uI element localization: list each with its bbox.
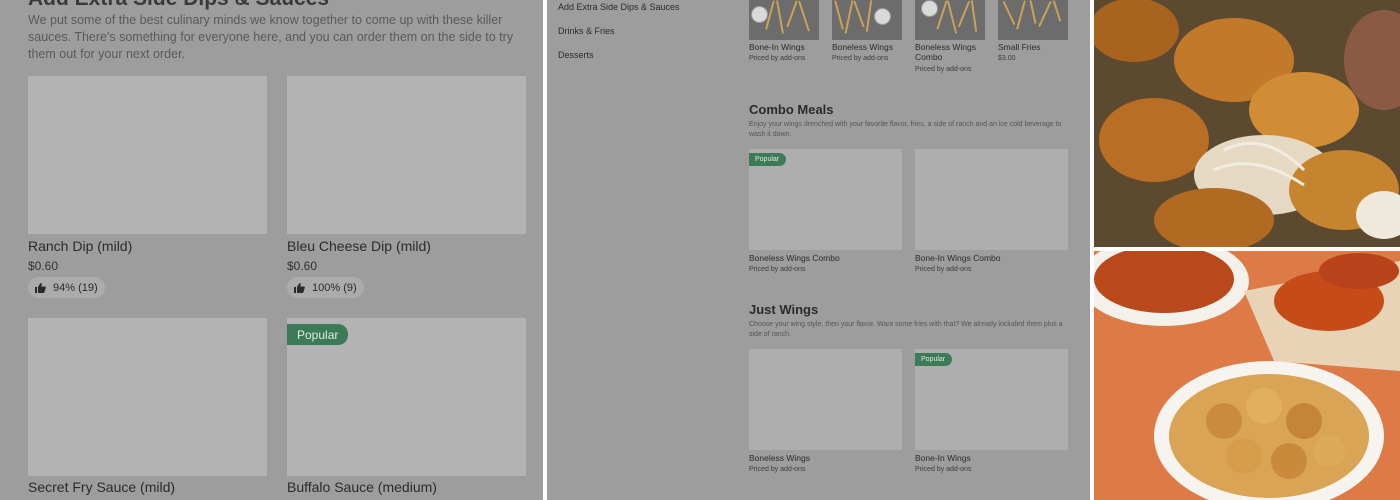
bone-in-wings-thumbnail[interactable] bbox=[749, 0, 819, 40]
thumbs-up-icon bbox=[294, 282, 305, 293]
boneless-wings-combo-thumbnail[interactable] bbox=[915, 0, 985, 40]
section-title: Add Extra Side Dips & Sauces bbox=[28, 0, 329, 11]
item-name[interactable]: Ranch Dip (mild) bbox=[28, 238, 132, 254]
popular-badge: Popular bbox=[287, 324, 349, 345]
item-price: Priced by add-ons bbox=[749, 55, 806, 62]
section-title-combo-meals: Combo Meals bbox=[749, 102, 834, 117]
menu-panel: Add Extra Side Dips & Sauces Drinks & Fr… bbox=[547, 0, 1090, 500]
item-price: Priced by add-ons bbox=[915, 66, 972, 73]
boneless-wings-image[interactable] bbox=[749, 349, 902, 450]
item-name[interactable]: Bone-In Wings Combo bbox=[915, 253, 1065, 263]
item-name[interactable]: Bone-In Wings bbox=[915, 453, 1065, 463]
item-price: $3.00 bbox=[998, 55, 1016, 62]
section-description: Choose your wing style, then your flavor… bbox=[749, 321, 1063, 338]
rating-text: 100% (9) bbox=[312, 281, 357, 294]
small-fries-thumbnail[interactable] bbox=[998, 0, 1068, 40]
bone-in-wings-combo-image[interactable] bbox=[915, 149, 1068, 250]
rating-badge: 100% (9) bbox=[287, 277, 364, 298]
wings-and-boneless-bites-photo bbox=[1094, 251, 1400, 500]
nav-item-dips[interactable]: Add Extra Side Dips & Sauces bbox=[558, 2, 680, 12]
section-description: We put some of the best culinary minds w… bbox=[28, 13, 514, 61]
item-price: Priced by add-ons bbox=[749, 266, 806, 273]
item-name[interactable]: Bone-In Wings bbox=[749, 42, 827, 52]
item-price: Priced by add-ons bbox=[832, 55, 889, 62]
rating-text: 94% (19) bbox=[53, 281, 98, 294]
boneless-wings-thumbnail[interactable] bbox=[832, 0, 902, 40]
nav-item-drinks-fries[interactable]: Drinks & Fries bbox=[558, 26, 615, 36]
item-name[interactable]: Boneless Wings Combo bbox=[915, 42, 991, 62]
item-name[interactable]: Bleu Cheese Dip (mild) bbox=[287, 238, 431, 254]
item-name[interactable]: Boneless Wings Combo bbox=[749, 253, 899, 263]
item-name[interactable]: Buffalo Sauce (medium) bbox=[287, 479, 437, 495]
dips-sauces-panel: Add Extra Side Dips & Sauces We put some… bbox=[0, 0, 543, 500]
item-name[interactable]: Secret Fry Sauce (mild) bbox=[28, 479, 175, 495]
food-photos-panel bbox=[1094, 0, 1400, 500]
thumbs-up-icon bbox=[35, 282, 46, 293]
secret-fry-sauce-image[interactable] bbox=[28, 318, 267, 476]
item-price: Priced by add-ons bbox=[915, 466, 972, 473]
item-price: Priced by add-ons bbox=[915, 266, 972, 273]
item-name[interactable]: Boneless Wings bbox=[832, 42, 910, 52]
item-name[interactable]: Small Fries bbox=[998, 42, 1076, 52]
section-title-just-wings: Just Wings bbox=[749, 302, 819, 317]
saucy-chicken-wings-photo bbox=[1094, 0, 1400, 247]
popular-badge: Popular bbox=[915, 353, 953, 366]
popular-badge: Popular bbox=[749, 153, 787, 166]
bleu-cheese-dip-image[interactable] bbox=[287, 76, 526, 234]
item-name[interactable]: Boneless Wings bbox=[749, 453, 899, 463]
section-description: Enjoy your wings drenched with your favo… bbox=[749, 121, 1062, 138]
item-price: $0.60 bbox=[28, 259, 59, 273]
item-price: Priced by add-ons bbox=[749, 466, 806, 473]
rating-badge: 94% (19) bbox=[28, 277, 105, 298]
ranch-dip-image[interactable] bbox=[28, 76, 267, 234]
nav-item-desserts[interactable]: Desserts bbox=[558, 50, 594, 60]
item-price: $0.60 bbox=[287, 259, 318, 273]
